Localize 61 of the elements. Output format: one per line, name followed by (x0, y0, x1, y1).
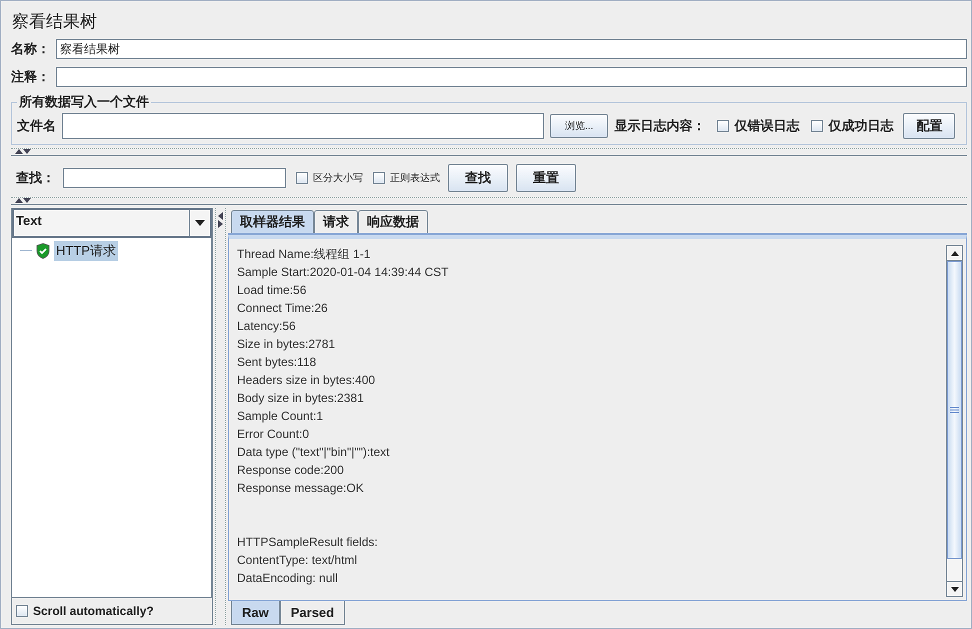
reset-button[interactable]: 重置 (516, 164, 576, 192)
result-line: Size in bytes:2781 (237, 336, 336, 353)
result-line: Data type ("text"|"bin"|""):text (237, 444, 391, 461)
result-line: Error Count:0 (237, 426, 310, 443)
tree-line-icon (20, 250, 32, 252)
result-line: DataEncoding: null (237, 570, 339, 587)
browse-button[interactable]: 浏览... (550, 114, 608, 138)
collapse-left-icon[interactable] (218, 212, 223, 220)
filename-label: 文件名 (17, 117, 56, 135)
scroll-up-icon[interactable] (950, 250, 958, 256)
collapse-up-icon[interactable] (15, 198, 23, 203)
filename-field[interactable] (62, 113, 544, 139)
checkbox-label: 仅成功日志 (828, 117, 894, 135)
dropdown-arrow-icon (195, 220, 205, 226)
search-field[interactable] (63, 168, 286, 188)
view-tab[interactable]: Raw (231, 601, 280, 625)
result-line: Connect Time:26 (237, 300, 329, 317)
result-line: ContentType: text/html (237, 552, 358, 569)
result-tab[interactable]: 取样器结果 (231, 210, 314, 233)
comment-label: 注释： (11, 68, 50, 86)
renderer-dropdown[interactable]: Text (12, 208, 212, 238)
comment-field[interactable] (56, 67, 967, 87)
checkbox[interactable] (16, 605, 28, 617)
grip-icon (950, 407, 959, 413)
result-line: Response message:OK (237, 480, 365, 497)
result-line: Sample Start:2020-01-04 14:39:44 CST (237, 264, 450, 281)
result-line: Load time:56 (237, 282, 308, 299)
result-line: HTTPSampleResult fields: (237, 534, 379, 551)
result-line: Sample Count:1 (237, 408, 324, 425)
tree-item[interactable]: HTTP请求 (54, 241, 118, 261)
checkbox-label: Scroll automatically? (33, 604, 154, 618)
expand-right-icon[interactable] (218, 220, 223, 228)
name-field[interactable]: 察看结果树 (56, 39, 967, 59)
checkbox[interactable] (373, 172, 385, 184)
result-line: Latency:56 (237, 318, 297, 335)
result-line: Body size in bytes:2381 (237, 390, 365, 407)
group-legend: 所有数据写入一个文件 (17, 93, 151, 111)
result-line: Response code:200 (237, 462, 345, 479)
checkbox[interactable] (811, 120, 824, 132)
name-label: 名称： (11, 40, 50, 58)
configure-button[interactable]: 配置 (903, 113, 956, 139)
checkbox-label: 仅错误日志 (734, 117, 800, 135)
checkbox-label: 正则表达式 (390, 172, 440, 185)
search-label: 查找： (16, 169, 55, 187)
expand-down-icon[interactable] (23, 149, 31, 154)
panel-title: 察看结果树 (11, 11, 98, 33)
log-content-label: 显示日志内容： (614, 117, 706, 135)
view-tab[interactable]: Parsed (280, 601, 346, 625)
vertical-scrollbar[interactable] (946, 245, 963, 597)
checkbox[interactable] (717, 120, 730, 132)
collapse-up-icon[interactable] (15, 149, 23, 154)
scroll-down-icon[interactable] (950, 586, 958, 592)
result-line: Thread Name:线程组 1-1 (237, 246, 372, 263)
checkbox-label: 区分大小写 (313, 172, 363, 185)
checkbox[interactable] (296, 172, 308, 184)
find-button[interactable]: 查找 (448, 164, 508, 192)
expand-down-icon[interactable] (23, 198, 31, 203)
result-tab[interactable]: 请求 (314, 210, 358, 233)
result-tab[interactable]: 响应数据 (358, 210, 428, 233)
result-line: Headers size in bytes:400 (237, 372, 376, 389)
result-line: Sent bytes:118 (237, 354, 318, 371)
